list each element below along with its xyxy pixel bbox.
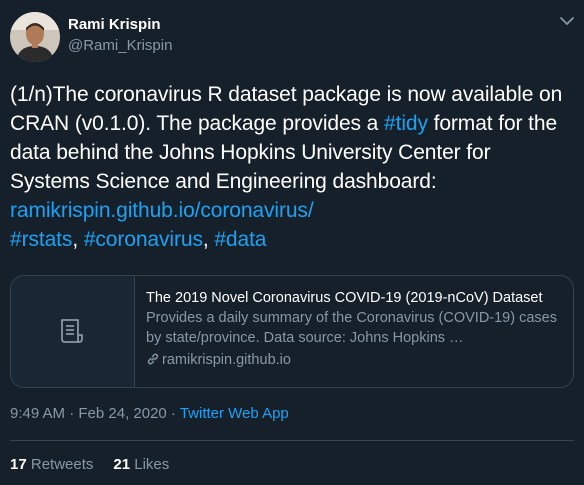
link-card[interactable]: The 2019 Novel Coronavirus COVID-19 (201…	[10, 275, 574, 388]
card-title: The 2019 Novel Coronavirus COVID-19 (201…	[146, 290, 543, 306]
retweets-count: 17	[10, 456, 27, 473]
tweet-timestamp[interactable]: 9:49 AM · Feb 24, 2020 ·	[10, 405, 180, 422]
document-icon	[61, 319, 83, 343]
author-handle[interactable]: @Rami_Krispin	[68, 37, 172, 54]
hashtag-data[interactable]: #data	[214, 228, 266, 251]
likes-count: 21	[113, 456, 131, 473]
card-domain-text: ramikrispin.github.io	[162, 352, 291, 368]
likes-stat[interactable]: 21 Likes	[113, 456, 169, 473]
tweet-source-app[interactable]: Twitter Web App	[180, 405, 289, 422]
divider	[10, 440, 574, 441]
avatar[interactable]	[10, 12, 60, 62]
hashtag-tidy[interactable]: #tidy	[384, 112, 428, 135]
chevron-down-icon[interactable]	[558, 14, 576, 28]
card-body: The 2019 Novel Coronavirus COVID-19 (201…	[146, 288, 561, 370]
retweets-stat[interactable]: 17 Retweets	[10, 456, 93, 473]
tweet-stats: 17 Retweets 21 Likes	[10, 456, 169, 473]
author-name[interactable]: Rami Krispin	[68, 16, 161, 33]
card-thumbnail	[11, 276, 135, 387]
tweet-text: (1/n)The coronavirus R dataset package i…	[10, 80, 570, 254]
link-icon	[147, 353, 159, 365]
tweet-meta: 9:49 AM · Feb 24, 2020 · Twitter Web App	[10, 405, 289, 422]
hashtag-separator: ,	[72, 228, 84, 251]
hashtag-separator: ,	[202, 228, 215, 251]
likes-label: Likes	[130, 456, 170, 473]
hashtag-rstats[interactable]: #rstats	[10, 228, 72, 251]
retweets-label: Retweets	[26, 456, 94, 473]
hashtag-coronavirus[interactable]: #coronavirus	[84, 228, 203, 251]
card-description: Provides a daily summary of the Coronavi…	[146, 310, 557, 346]
tweet-link[interactable]: ramikrispin.github.io/coronavirus/	[10, 199, 314, 222]
card-domain: ramikrispin.github.io	[146, 350, 561, 370]
